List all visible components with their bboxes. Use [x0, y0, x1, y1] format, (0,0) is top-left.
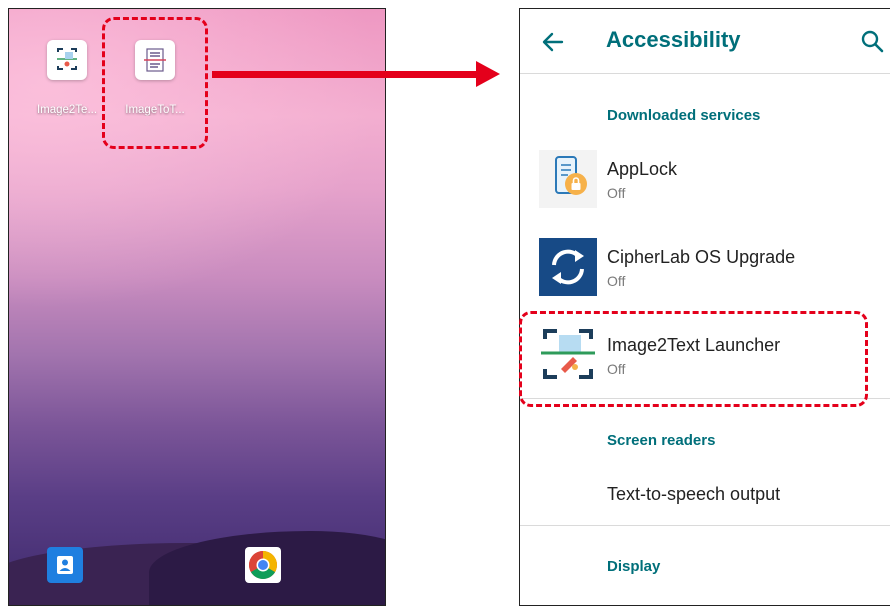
section-header-downloaded: Downloaded services [607, 107, 761, 124]
page-title: Accessibility [606, 27, 741, 52]
service-status: Off [607, 273, 626, 289]
chrome-logo-icon [249, 551, 277, 579]
top-app-bar: Accessibility [520, 9, 890, 73]
applock-icon [539, 150, 597, 208]
os-upgrade-icon [539, 238, 597, 296]
section-header-display: Display [607, 558, 661, 575]
service-name: CipherLab OS Upgrade [607, 247, 796, 267]
chrome-icon[interactable] [245, 547, 281, 583]
contacts-icon[interactable] [47, 547, 83, 583]
service-highlight-box [519, 311, 868, 407]
arrow-shaft [212, 71, 482, 78]
back-arrow-icon[interactable] [542, 31, 564, 53]
divider [520, 525, 890, 526]
service-status: Off [607, 185, 626, 201]
search-icon[interactable] [860, 29, 886, 55]
contact-card-icon [57, 556, 73, 574]
arrow-head [476, 61, 500, 87]
section-header-screen-readers: Screen readers [607, 432, 716, 449]
service-name: AppLock [607, 159, 678, 179]
divider [520, 73, 890, 74]
app-label: Image2Te... [36, 104, 98, 116]
scan-frame-icon [57, 48, 77, 70]
accessibility-settings-screen: Accessibility Downloaded services AppLoc… [519, 8, 890, 606]
list-item-title: Text-to-speech output [607, 484, 781, 504]
app-highlight-box [102, 17, 208, 149]
image2text-app-icon[interactable] [47, 40, 87, 80]
